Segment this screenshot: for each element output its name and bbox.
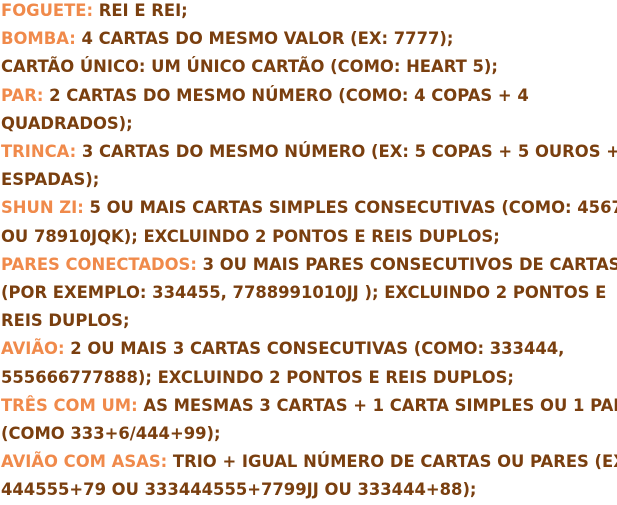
rule-term: SHUN ZI: [1, 198, 84, 218]
rule-trinca: TRINCA: 3 CARTAS DO MESMO NÚMERO (EX: 5 … [1, 138, 617, 194]
rule-term: PAR: [1, 85, 44, 105]
rule-tres-com-um: TRÊS COM UM: AS MESMAS 3 CARTAS + 1 CART… [1, 392, 617, 448]
rule-description: 5 OU MAIS CARTAS SIMPLES CONSECUTIVAS (C… [1, 198, 617, 246]
rule-description: 3 CARTAS DO MESMO NÚMERO (EX: 5 COPAS + … [1, 142, 617, 190]
rule-aviao: AVIÃO: 2 OU MAIS 3 CARTAS CONSECUTIVAS (… [1, 335, 617, 391]
rule-description: 2 OU MAIS 3 CARTAS CONSECUTIVAS (COMO: 3… [1, 339, 565, 387]
rule-bomba: BOMBA: 4 CARTAS DO MESMO VALOR (EX: 7777… [1, 25, 617, 53]
card-combination-rules: FOGUETE: REI E REI; BOMBA: 4 CARTAS DO M… [1, 0, 617, 505]
rule-cartao-unico: CARTÃO ÚNICO: UM ÚNICO CARTÃO (COMO: HEA… [1, 53, 617, 81]
rule-pares-conectados: PARES CONECTADOS: 3 OU MAIS PARES CONSEC… [1, 251, 617, 336]
rule-description: CARTÃO ÚNICO: UM ÚNICO CARTÃO (COMO: HEA… [1, 57, 498, 77]
rule-term: TRÊS COM UM: [1, 395, 138, 415]
rule-term: BOMBA: [1, 29, 76, 49]
rule-shun-zi: SHUN ZI: 5 OU MAIS CARTAS SIMPLES CONSEC… [1, 194, 617, 250]
rule-description: 2 CARTAS DO MESMO NÚMERO (COMO: 4 COPAS … [1, 85, 529, 133]
rule-foguete: FOGUETE: REI E REI; [1, 0, 617, 25]
rule-term: TRINCA: [1, 142, 77, 162]
rule-aviao-com-asas: AVIÃO COM ASAS: TRIO + IGUAL NÚMERO DE C… [1, 448, 617, 504]
rule-term: FOGUETE: [1, 1, 94, 20]
rule-description: 4 CARTAS DO MESMO VALOR (EX: 7777); [75, 29, 454, 49]
rule-description: REI E REI; [93, 1, 188, 20]
rule-term: AVIÃO: [1, 339, 65, 359]
rule-par: PAR: 2 CARTAS DO MESMO NÚMERO (COMO: 4 C… [1, 82, 617, 138]
rule-term: AVIÃO COM ASAS: [1, 452, 168, 472]
rule-term: PARES CONECTADOS: [1, 254, 197, 274]
